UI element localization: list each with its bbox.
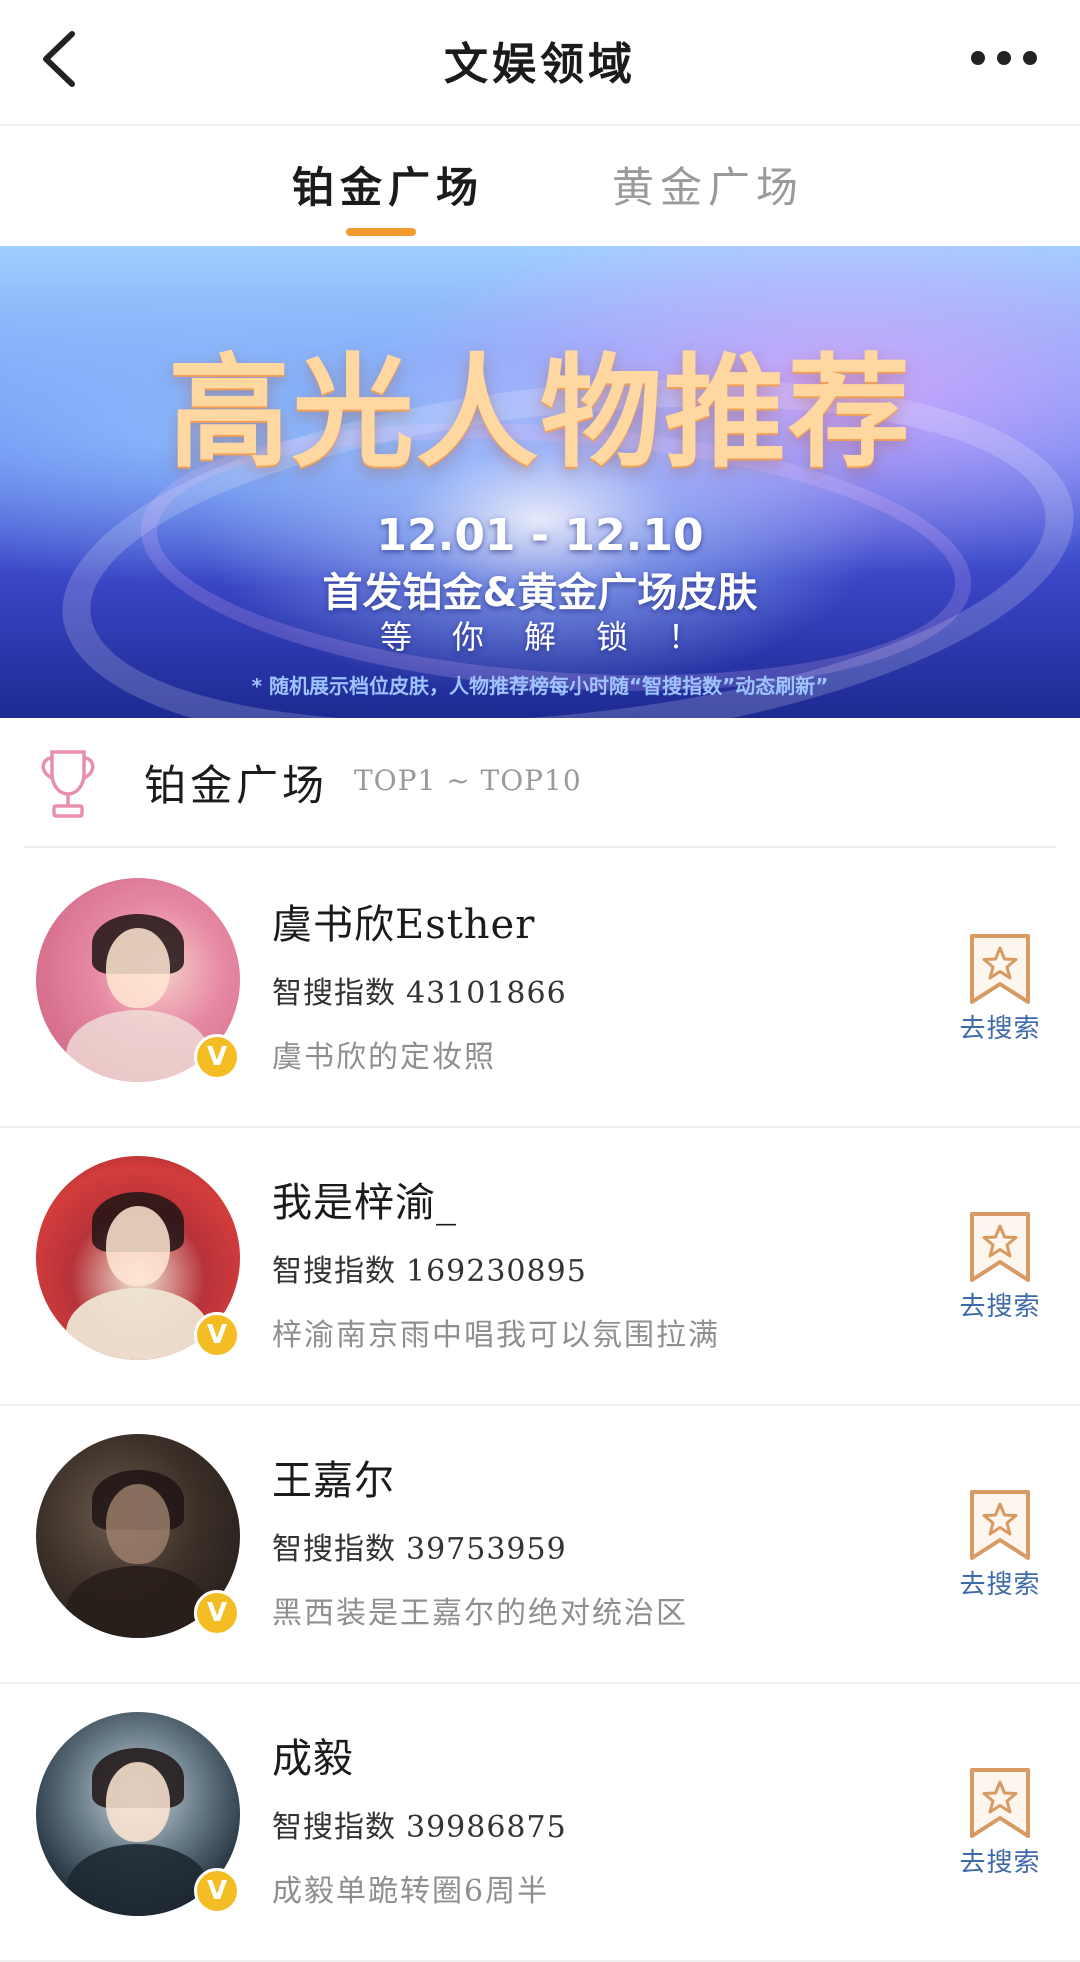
verified-badge: V (194, 1868, 240, 1914)
search-index: 智搜指数 169230895 (272, 1246, 587, 1290)
bookmark-star-icon (970, 1212, 1030, 1282)
search-index-value: 39753959 (406, 1532, 567, 1567)
tab-platinum-square[interactable]: 铂金广场 (292, 154, 484, 215)
go-search-button[interactable]: 去搜索 (958, 1488, 1042, 1600)
bookmark-star-icon (970, 934, 1030, 1004)
banner-dates: 12.01 - 12.10 (376, 510, 704, 561)
banner-subtitle: 首发铂金&黄金广场皮肤 (322, 570, 758, 616)
banner-note: * 随机展示档位皮肤，人物推荐榜每小时随“智搜指数”动态刷新” (251, 674, 829, 698)
go-search-button[interactable]: 去搜索 (958, 932, 1042, 1044)
list-item[interactable]: V 王嘉尔 智搜指数 39753959 黑西装是王嘉尔的绝对统治区 去搜索 (0, 1406, 1080, 1684)
search-index-label: 智搜指数 (272, 976, 396, 1011)
item-description: 梓渝南京雨中唱我可以氛围拉满 (272, 1318, 720, 1353)
tab-gold-square[interactable]: 黄金广场 (612, 154, 804, 215)
item-description: 成毅单跪转圈6周半 (272, 1874, 550, 1909)
search-index: 智搜指数 39986875 (272, 1802, 567, 1846)
go-search-label: 去搜索 (959, 1292, 1041, 1322)
section-title: 铂金广场 (144, 761, 329, 810)
go-search-button[interactable]: 去搜索 (958, 1210, 1042, 1322)
search-index: 智搜指数 43101866 (272, 968, 567, 1012)
search-index: 智搜指数 39753959 (272, 1524, 567, 1568)
page-title: 文娱领域 (444, 39, 636, 90)
search-index-label: 智搜指数 (272, 1254, 396, 1289)
banner-cta: 等你解锁！ (379, 618, 740, 656)
person-name: 我是梓渝_ (272, 1180, 457, 1226)
person-name: 虞书欣Esther (272, 902, 536, 948)
bookmark-star-icon (970, 1768, 1030, 1838)
banner-title: 高光人物推荐 (168, 342, 912, 484)
verified-badge: V (194, 1034, 240, 1080)
tab-bar: 铂金广场 黄金广场 (0, 126, 1080, 244)
go-search-label: 去搜索 (959, 1014, 1041, 1044)
item-description: 虞书欣的定妆照 (272, 1040, 496, 1075)
go-search-label: 去搜索 (959, 1848, 1041, 1878)
promo-banner[interactable]: 高光人物推荐 12.01 - 12.10 首发铂金&黄金广场皮肤 等你解锁！ *… (0, 246, 1080, 718)
active-tab-indicator (346, 228, 416, 236)
search-index-label: 智搜指数 (272, 1532, 396, 1567)
list-item[interactable]: V 我是梓渝_ 智搜指数 169230895 梓渝南京雨中唱我可以氛围拉满 去搜索 (0, 1128, 1080, 1406)
list-item[interactable]: V 成毅 智搜指数 39986875 成毅单跪转圈6周半 去搜索 (0, 1684, 1080, 1962)
section-header: 铂金广场 TOP1 ~ TOP10 (0, 718, 1080, 848)
top-bar: 文娱领域 (0, 0, 1080, 126)
search-index-value: 39986875 (406, 1810, 567, 1845)
verified-badge: V (194, 1590, 240, 1636)
person-name: 王嘉尔 (272, 1458, 395, 1504)
search-index-label: 智搜指数 (272, 1810, 396, 1845)
section-divider (24, 846, 1056, 848)
verified-badge: V (194, 1312, 240, 1358)
ranking-list: V 虞书欣Esther 智搜指数 43101866 虞书欣的定妆照 去搜索 V 我… (0, 850, 1080, 1962)
list-item[interactable]: V 虞书欣Esther 智搜指数 43101866 虞书欣的定妆照 去搜索 (0, 850, 1080, 1128)
more-horizontal-icon[interactable] (968, 46, 1040, 70)
trophy-icon (41, 750, 95, 818)
item-description: 黑西装是王嘉尔的绝对统治区 (272, 1596, 688, 1631)
go-search-button[interactable]: 去搜索 (958, 1766, 1042, 1878)
section-range: TOP1 ~ TOP10 (354, 764, 582, 797)
bookmark-star-icon (970, 1490, 1030, 1560)
person-name: 成毅 (272, 1736, 354, 1782)
search-index-value: 169230895 (406, 1254, 587, 1289)
search-index-value: 43101866 (406, 976, 567, 1011)
go-search-label: 去搜索 (959, 1570, 1041, 1600)
